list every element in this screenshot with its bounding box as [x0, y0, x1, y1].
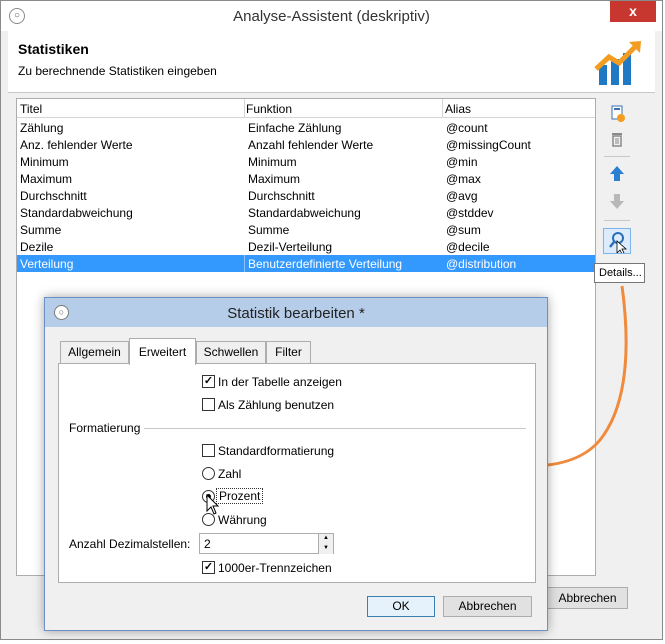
stepper-up-button[interactable]: ▲ [318, 534, 333, 544]
show-in-table-checkbox[interactable]: ✓ [202, 375, 215, 388]
formatting-group-line [144, 428, 526, 429]
radio-zahl[interactable] [202, 467, 215, 480]
standard-format-checkbox[interactable] [202, 444, 215, 457]
formatting-group-label: Formatierung [69, 421, 141, 435]
decimals-value: 2 [204, 537, 211, 551]
radio-zahl-label: Zahl [218, 467, 242, 481]
thousands-separator-checkbox[interactable]: ✓ [202, 561, 215, 574]
decimals-label: Anzahl Dezimalstellen: [69, 537, 191, 551]
decimals-stepper[interactable]: 2 ▲ ▼ [199, 533, 334, 554]
dialog-cancel-button[interactable]: Abbrechen [443, 596, 532, 617]
stepper-down-button[interactable]: ▼ [318, 544, 333, 554]
radio-waehrung[interactable] [202, 513, 215, 526]
tab-allgemein[interactable]: Allgemein [60, 341, 129, 364]
ok-button[interactable]: OK [367, 596, 435, 617]
standard-format-label: Standardformatierung [218, 444, 335, 458]
tab-erweitert[interactable]: Erweitert [129, 338, 196, 365]
use-as-count-label: Als Zählung benutzen [218, 398, 335, 412]
use-as-count-checkbox[interactable] [202, 398, 215, 411]
radio-prozent-label: Prozent [216, 488, 264, 504]
tab-schwellen[interactable]: Schwellen [196, 341, 266, 364]
radio-waehrung-label: Währung [218, 513, 267, 527]
thousands-separator-label: 1000er-Trennzeichen [218, 561, 332, 575]
dialog-titlebar: ○ Statistik bearbeiten * [45, 298, 547, 327]
show-in-table-label: In der Tabelle anzeigen [218, 375, 342, 389]
tab-filter[interactable]: Filter [266, 341, 311, 364]
dialog-title: Statistik bearbeiten * [227, 305, 365, 322]
